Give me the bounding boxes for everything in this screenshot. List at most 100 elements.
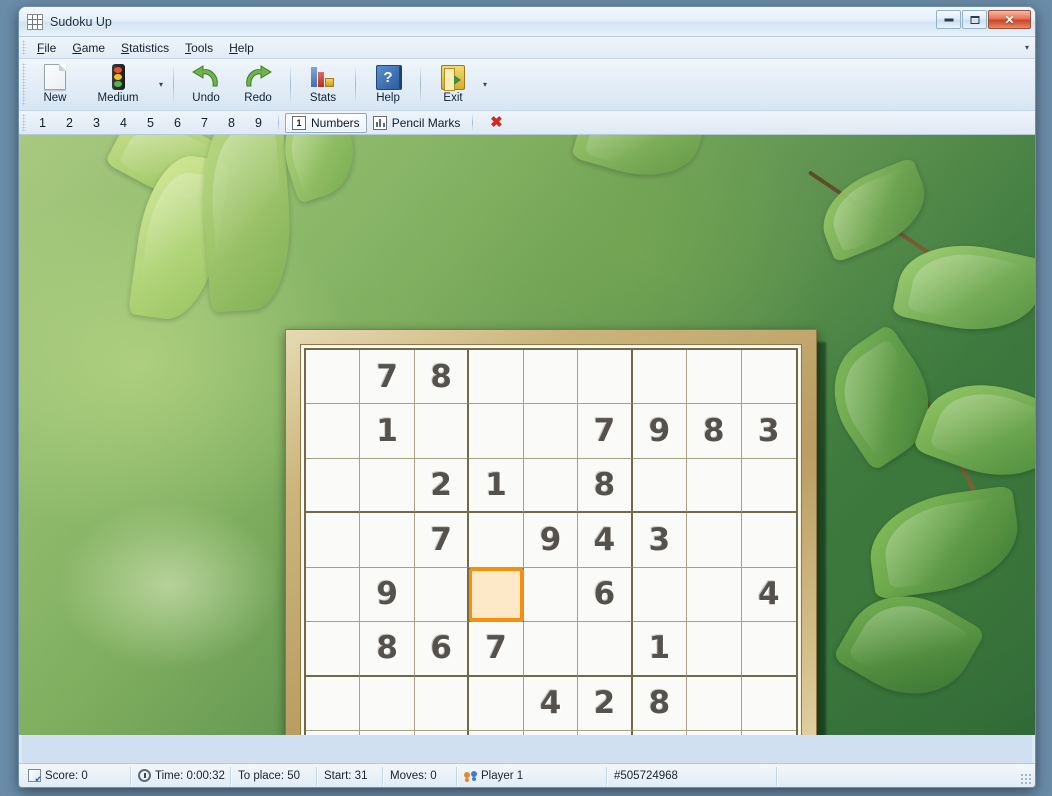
sudoku-cell-r4c8[interactable] [687, 513, 742, 568]
sudoku-grid[interactable]: 7817983218794396486714283492961 [304, 348, 798, 735]
sudoku-cell-r3c1[interactable] [306, 458, 361, 514]
sudoku-cell-r2c8[interactable]: 8 [687, 404, 742, 459]
sudoku-cell-r5c6[interactable]: 6 [578, 567, 633, 623]
number-button-2[interactable]: 2 [56, 113, 83, 133]
sudoku-cell-r7c2[interactable] [360, 676, 415, 732]
sudoku-cell-r3c4[interactable]: 1 [469, 458, 524, 514]
sudoku-cell-r8c5[interactable] [523, 731, 579, 735]
sudoku-cell-r7c5[interactable]: 4 [523, 676, 579, 732]
sudoku-cell-r5c7[interactable] [632, 567, 688, 623]
sudoku-cell-r2c4[interactable] [469, 404, 524, 459]
undo-button[interactable]: Undo [180, 59, 232, 110]
sudoku-cell-r6c3[interactable]: 6 [414, 622, 470, 677]
sudoku-cell-r1c8[interactable] [687, 350, 742, 405]
toolbar-grip[interactable] [22, 63, 26, 106]
sudoku-cell-r4c5[interactable]: 9 [523, 513, 579, 568]
sudoku-cell-r2c6[interactable]: 7 [578, 404, 633, 459]
sudoku-cell-r6c5[interactable] [523, 622, 579, 677]
sudoku-cell-r7c9[interactable] [741, 676, 796, 732]
number-button-8[interactable]: 8 [218, 113, 245, 133]
menu-help[interactable]: Help [221, 39, 262, 57]
difficulty-dropdown-arrow[interactable]: ▾ [155, 59, 167, 110]
sudoku-cell-r2c9[interactable]: 3 [741, 404, 796, 459]
number-button-5[interactable]: 5 [137, 113, 164, 133]
sudoku-cell-r7c7[interactable]: 8 [632, 676, 688, 732]
sudoku-cell-r1c3[interactable]: 8 [414, 350, 470, 405]
menu-file[interactable]: File [29, 39, 64, 57]
numbers-mode-button[interactable]: 1 Numbers [285, 112, 367, 133]
number-button-6[interactable]: 6 [164, 113, 191, 133]
sudoku-cell-r5c9[interactable]: 4 [741, 567, 796, 623]
sudoku-cell-r1c9[interactable] [741, 350, 796, 405]
sudoku-cell-r5c8[interactable] [687, 567, 742, 623]
sudoku-cell-r7c8[interactable] [687, 676, 742, 732]
sudoku-cell-r8c9[interactable] [741, 731, 796, 735]
redo-button[interactable]: Redo [232, 59, 284, 110]
sudoku-cell-r5c2[interactable]: 9 [360, 567, 415, 623]
sudoku-cell-r2c2[interactable]: 1 [360, 404, 415, 459]
sudoku-cell-r3c5[interactable] [523, 458, 579, 514]
menu-tools[interactable]: Tools [177, 39, 221, 57]
sudoku-cell-r8c4[interactable] [469, 731, 524, 735]
number-button-3[interactable]: 3 [83, 113, 110, 133]
sudoku-cell-r1c4[interactable] [469, 350, 524, 405]
sudoku-cell-r1c1[interactable] [306, 350, 361, 405]
help-button[interactable]: ? Help [362, 59, 414, 110]
pencil-marks-button[interactable]: Pencil Marks [367, 113, 467, 133]
sudoku-cell-r8c1[interactable]: 3 [306, 731, 361, 735]
sudoku-cell-r1c5[interactable] [523, 350, 579, 405]
sudoku-cell-r1c6[interactable] [578, 350, 633, 405]
sudoku-cell-r2c5[interactable] [523, 404, 579, 459]
sudoku-cell-r6c9[interactable] [741, 622, 796, 677]
close-button[interactable]: ✕ [988, 10, 1031, 29]
sudoku-cell-r4c2[interactable] [360, 513, 415, 568]
number-button-9[interactable]: 9 [245, 113, 272, 133]
sudoku-cell-r4c6[interactable]: 4 [578, 513, 633, 568]
menu-game[interactable]: Game [64, 39, 113, 57]
menu-grip[interactable] [22, 40, 26, 55]
sudoku-cell-r6c2[interactable]: 8 [360, 622, 415, 677]
sudoku-cell-r8c6[interactable] [578, 731, 633, 735]
sudoku-cell-r6c6[interactable] [578, 622, 633, 677]
maximize-button[interactable] [962, 10, 987, 29]
sudoku-cell-r5c4[interactable] [469, 567, 524, 623]
number-button-1[interactable]: 1 [29, 113, 56, 133]
sudoku-cell-r4c4[interactable] [469, 513, 524, 568]
menu-statistics[interactable]: Statistics [113, 39, 177, 57]
sudoku-cell-r7c3[interactable] [414, 676, 470, 732]
sudoku-cell-r7c1[interactable] [306, 676, 361, 732]
sudoku-cell-r5c5[interactable] [523, 567, 579, 623]
sudoku-cell-r7c6[interactable]: 2 [578, 676, 633, 732]
sudoku-cell-r4c7[interactable]: 3 [632, 513, 688, 568]
sudoku-cell-r6c8[interactable] [687, 622, 742, 677]
sudoku-cell-r2c7[interactable]: 9 [632, 404, 688, 459]
sudoku-cell-r8c3[interactable] [414, 731, 470, 735]
new-game-button[interactable]: New [29, 59, 81, 110]
sudoku-cell-r5c3[interactable] [414, 567, 470, 623]
number-button-7[interactable]: 7 [191, 113, 218, 133]
sudoku-cell-r6c1[interactable] [306, 622, 361, 677]
number-button-4[interactable]: 4 [110, 113, 137, 133]
sudoku-cell-r3c8[interactable] [687, 458, 742, 514]
menu-overflow-button[interactable]: ▾ [1025, 37, 1029, 58]
exit-button[interactable]: Exit [427, 59, 479, 110]
sudoku-cell-r3c3[interactable]: 2 [414, 458, 470, 514]
sudoku-cell-r3c6[interactable]: 8 [578, 458, 633, 514]
clear-button[interactable]: ✖ [487, 114, 505, 132]
sudoku-cell-r2c1[interactable] [306, 404, 361, 459]
sudoku-cell-r3c9[interactable] [741, 458, 796, 514]
resize-grip[interactable] [1020, 773, 1032, 785]
sudoku-cell-r8c8[interactable]: 9 [687, 731, 742, 735]
sudoku-cell-r6c4[interactable]: 7 [469, 622, 524, 677]
sudoku-cell-r3c2[interactable] [360, 458, 415, 514]
sudoku-cell-r2c3[interactable] [414, 404, 470, 459]
sudoku-cell-r8c7[interactable] [632, 731, 688, 735]
minimize-button[interactable] [936, 10, 961, 29]
sudoku-cell-r3c7[interactable] [632, 458, 688, 514]
sudoku-cell-r7c4[interactable] [469, 676, 524, 732]
sudoku-cell-r4c1[interactable] [306, 513, 361, 568]
stats-button[interactable]: Stats [297, 59, 349, 110]
sudoku-cell-r5c1[interactable] [306, 567, 361, 623]
sudoku-cell-r4c3[interactable]: 7 [414, 513, 470, 568]
difficulty-button[interactable]: Medium [81, 59, 155, 110]
